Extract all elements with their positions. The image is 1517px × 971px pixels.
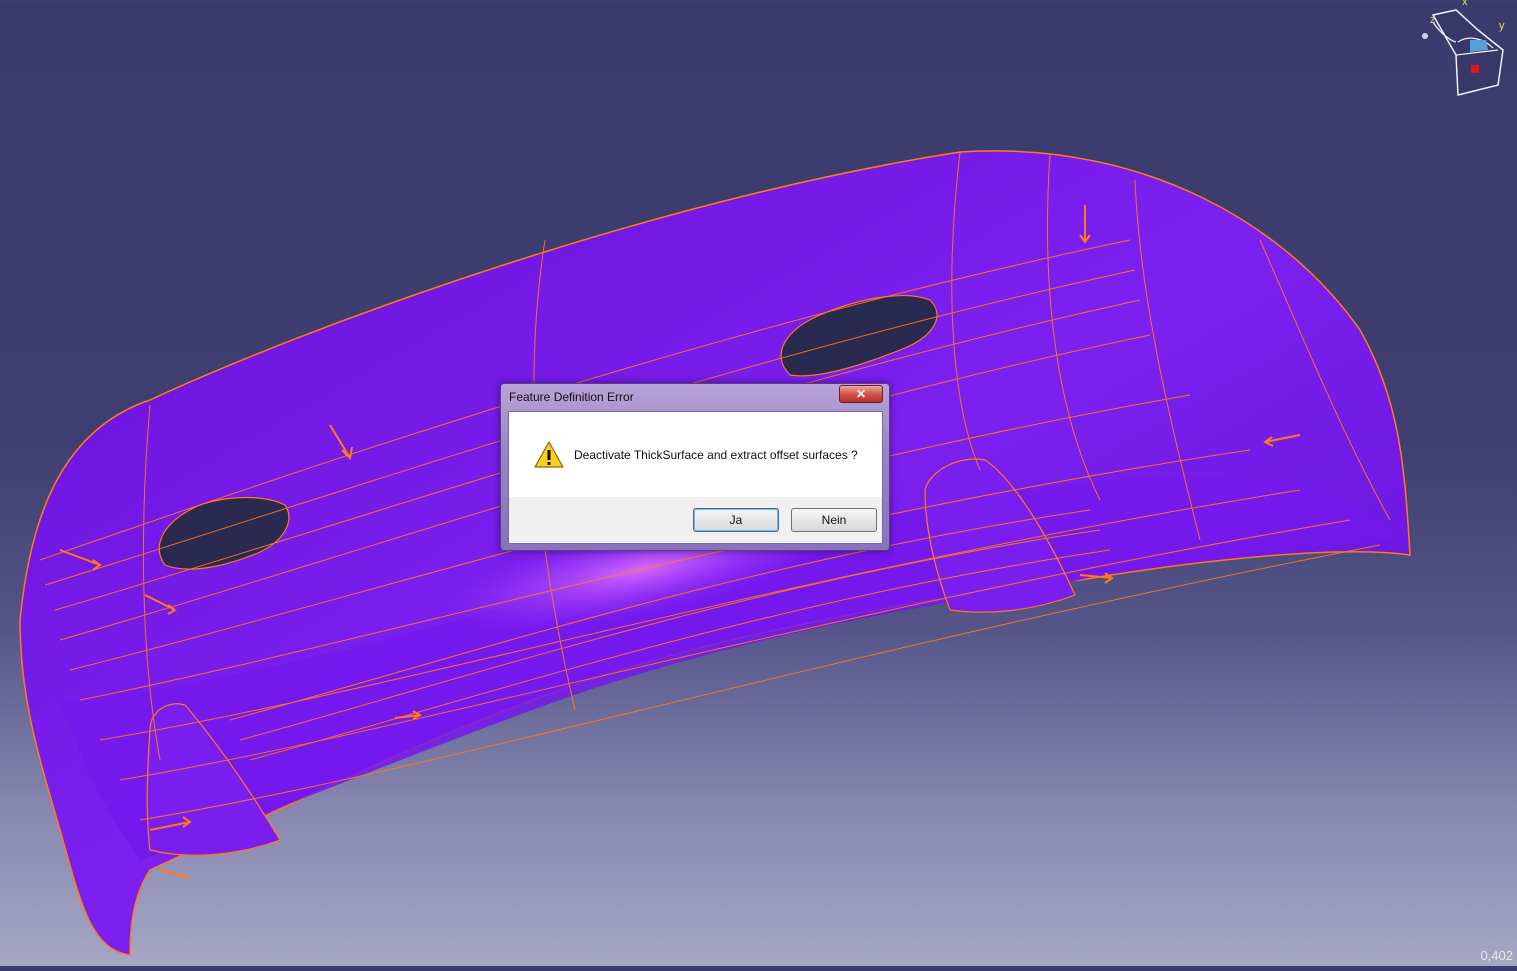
compass-z-label: z bbox=[1430, 14, 1436, 26]
dialog-title: Feature Definition Error bbox=[509, 390, 634, 404]
no-button[interactable]: Nein bbox=[791, 508, 877, 532]
dialog-message: Deactivate ThickSurface and extract offs… bbox=[574, 448, 858, 462]
compass-widget[interactable]: x y z bbox=[1418, 0, 1517, 100]
compass-x-label: x bbox=[1462, 0, 1468, 8]
dialog-message-area: Deactivate ThickSurface and extract offs… bbox=[509, 412, 882, 497]
close-button[interactable]: ✕ bbox=[839, 385, 883, 403]
yes-button[interactable]: Ja bbox=[693, 508, 779, 532]
close-icon: ✕ bbox=[855, 387, 867, 401]
compass-y-label: y bbox=[1499, 20, 1505, 32]
dialog-content: Deactivate ThickSurface and extract offs… bbox=[508, 411, 883, 544]
zoom-readout: 0,402 bbox=[1480, 948, 1513, 963]
warning-icon bbox=[534, 441, 564, 468]
feature-definition-error-dialog: Feature Definition Error ✕ Deactivate Th… bbox=[500, 383, 890, 551]
